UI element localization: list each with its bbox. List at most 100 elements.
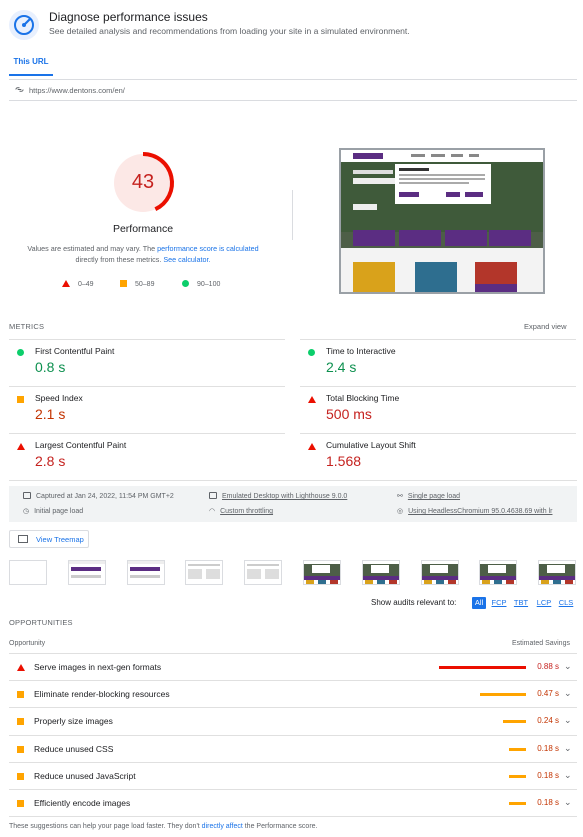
footer-text: the Performance score. (242, 823, 318, 830)
filter-tbt-chip[interactable]: TBT (512, 597, 530, 609)
chevron-down-icon[interactable]: ⌄ (564, 661, 572, 672)
metric-label: Largest Contentful Paint (35, 440, 127, 450)
filmstrip-frame (420, 560, 459, 585)
average-square-icon (17, 718, 24, 726)
divider (9, 816, 577, 817)
fail-triangle-icon (62, 280, 70, 287)
opportunity-status (17, 663, 25, 672)
tested-url: https://www.dentons.com/en/ (29, 86, 125, 95)
view-treemap-label: View Treemap (36, 535, 84, 544)
score-calculated-link[interactable]: performance score is calculated (157, 244, 258, 253)
filmstrip-frame (244, 560, 283, 585)
savings-bar (508, 747, 526, 751)
calendar-icon (23, 492, 31, 499)
directly-affect-link[interactable]: directly affect (202, 823, 243, 830)
tab-this-url[interactable]: This URL (9, 52, 53, 76)
url-bar: https://www.dentons.com/en/ (9, 79, 577, 101)
savings-value: 0.24 s (537, 716, 559, 726)
desktop-icon (209, 492, 217, 499)
browser-info[interactable]: ◎ Using HeadlessChromium 95.0.4638.69 wit… (397, 507, 573, 515)
fail-triangle-icon (308, 396, 316, 403)
footer-text: These suggestions can help your page loa… (9, 823, 202, 830)
pass-circle-icon (17, 349, 24, 356)
divider (292, 190, 293, 240)
throttling-info[interactable]: ◠ Custom throttling (209, 507, 273, 515)
filter-cls-chip[interactable]: CLS (557, 597, 575, 609)
expand-view-toggle[interactable]: Expand view (524, 322, 567, 331)
opportunity-label: Reduce unused CSS (34, 743, 114, 754)
opportunity-row[interactable]: Eliminate render-blocking resources 0.47 … (9, 680, 577, 707)
savings-bar (508, 802, 526, 805)
metric-label: Total Blocking Time (326, 393, 400, 403)
metric-status (17, 348, 24, 357)
filmstrip-frame (67, 560, 106, 585)
metric-value: 2.4 s (326, 359, 357, 375)
opportunity-column-header: Opportunity (9, 640, 46, 647)
savings-bar (508, 774, 526, 778)
opportunity-status (17, 690, 24, 699)
opportunity-status (17, 745, 24, 754)
chevron-down-icon[interactable]: ⌄ (564, 797, 572, 808)
savings-value: 0.18 s (537, 743, 559, 753)
opportunities-section-label: OPPORTUNITIES (9, 618, 73, 627)
treemap-icon (18, 535, 28, 543)
savings-column-header: Estimated Savings (512, 640, 570, 647)
opportunity-label: Eliminate render-blocking resources (34, 689, 170, 700)
average-square-icon (17, 691, 24, 699)
legend-label: 50–89 (135, 281, 155, 288)
savings-bar (502, 720, 526, 724)
opportunity-label: Serve images in next-gen formats (34, 662, 162, 672)
opportunity-row[interactable]: Serve images in next-gen formats 0.88 s ⌄ (9, 653, 577, 680)
opportunity-row[interactable]: Reduce unused CSS 0.18 s ⌄ (9, 734, 577, 762)
filter-lcp-chip[interactable]: LCP (535, 597, 553, 609)
average-square-icon (17, 745, 24, 753)
chevron-down-icon[interactable]: ⌄ (564, 770, 572, 781)
legend-label: 0–49 (78, 281, 94, 288)
average-square-icon (17, 396, 24, 403)
opportunity-label: Reduce unused JavaScript (34, 770, 136, 781)
opportunity-row[interactable]: Properly size images 0.24 s ⌄ (9, 707, 577, 734)
final-screenshot[interactable] (339, 148, 545, 294)
load-info[interactable]: ⚯ Single page load (397, 492, 460, 500)
metric-label: Speed Index (35, 393, 83, 403)
performance-title: Performance (112, 223, 174, 235)
legend-label: 90–100 (197, 281, 221, 288)
metric-status (17, 395, 24, 404)
chevron-down-icon[interactable]: ⌄ (564, 688, 572, 699)
opportunity-label: Properly size images (34, 716, 113, 727)
legend-average: 50–89 (120, 280, 154, 288)
link-icon (15, 85, 24, 96)
fail-triangle-icon (17, 664, 25, 671)
metric-status (17, 442, 25, 451)
note-text: Values are estimated and may vary. The (27, 244, 158, 253)
legend-pass: 90–100 (182, 280, 220, 288)
performance-note: Values are estimated and may vary. The p… (20, 243, 266, 265)
opportunity-status (17, 799, 24, 808)
filter-all-chip[interactable]: All (472, 597, 486, 609)
metric-largest-contentful-paint: Largest Contentful Paint 2.8 s (9, 433, 285, 479)
page-title: Diagnose performance issues (49, 10, 208, 24)
globe-icon: ◎ (397, 508, 404, 515)
initial-load-info: ◷ Initial page load (23, 507, 83, 515)
filter-fcp-chip[interactable]: FCP (490, 597, 508, 609)
metric-cumulative-layout-shift: Cumulative Layout Shift 1.568 (300, 433, 576, 479)
filmstrip-frame (303, 560, 341, 585)
filmstrip-frame (479, 560, 518, 585)
filmstrip-frame (538, 560, 577, 585)
chevron-down-icon[interactable]: ⌄ (564, 743, 572, 754)
device-info[interactable]: Emulated Desktop with Lighthouse 9.0.0 (209, 492, 347, 500)
opportunity-row[interactable]: Reduce unused JavaScript 0.18 s ⌄ (9, 761, 577, 789)
page-subtitle: See detailed analysis and recommendation… (49, 26, 410, 36)
opportunity-row[interactable]: Efficiently encode images 0.18 s ⌄ (9, 789, 577, 816)
filmstrip-frame (9, 560, 47, 585)
average-square-icon (120, 280, 127, 287)
pass-circle-icon (308, 349, 315, 356)
metric-value: 1.568 (326, 453, 362, 469)
metric-total-blocking-time: Total Blocking Time 500 ms (300, 386, 576, 432)
legend-fail: 0–49 (62, 280, 94, 288)
metric-value: 0.8 s (35, 359, 66, 375)
metric-first-contentful-paint: First Contentful Paint 0.8 s (9, 339, 285, 385)
chevron-down-icon[interactable]: ⌄ (564, 715, 572, 726)
see-calculator-link[interactable]: See calculator. (163, 255, 210, 264)
view-treemap-button[interactable]: View Treemap (9, 530, 89, 548)
